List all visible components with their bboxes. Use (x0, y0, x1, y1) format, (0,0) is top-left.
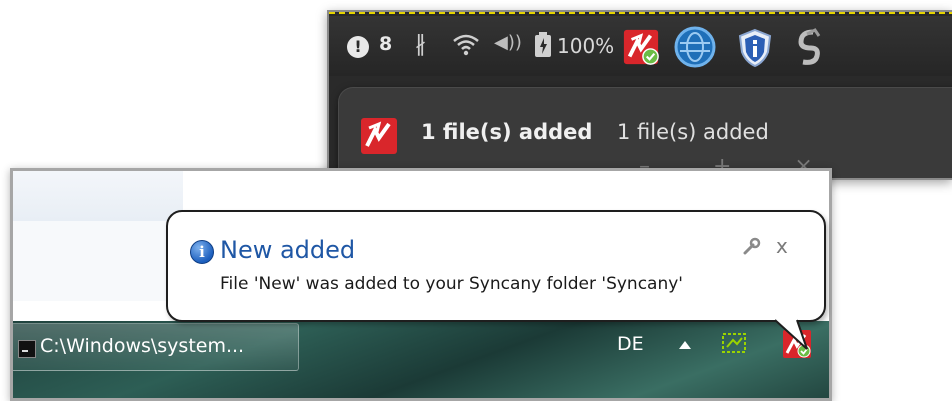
selection-dashes (329, 12, 952, 14)
syncany-icon[interactable] (622, 28, 660, 66)
syncany-icon (361, 118, 397, 154)
balloon-title: New added (220, 236, 356, 264)
window-header (13, 171, 183, 222)
language-indicator[interactable]: DE (617, 333, 644, 355)
wifi-icon[interactable] (451, 30, 481, 60)
windows-taskbar: C:\Windows\system... DE (13, 321, 829, 398)
balloon-message: File 'New' was added to your Syncany fol… (220, 274, 683, 294)
shield-icon[interactable] (737, 28, 773, 68)
bluetooth-icon[interactable]: ∦ (415, 32, 426, 57)
taskbar-cmd-label: C:\Windows\system... (40, 335, 245, 357)
warning-icon[interactable]: ! (347, 36, 369, 58)
volume-icon[interactable]: ◀)) (494, 32, 522, 53)
windows-balloon-notification[interactable]: i New added x File 'New' was added to yo… (166, 210, 826, 322)
notification-title: 1 file(s) added (421, 120, 593, 144)
linux-top-panel: ! 8 ∦ ◀)) 100% (329, 16, 952, 76)
wrench-icon[interactable] (742, 236, 762, 256)
taskbar-cmd-button[interactable]: C:\Windows\system... (13, 323, 299, 371)
info-icon: i (190, 240, 214, 264)
close-icon[interactable]: x (776, 234, 788, 258)
scissors-icon[interactable] (791, 26, 831, 68)
notification-body: 1 file(s) added (617, 120, 769, 144)
console-icon (18, 340, 36, 358)
battery-icon[interactable] (534, 32, 552, 58)
window-body (13, 221, 184, 301)
warning-count: 8 (379, 33, 393, 55)
show-hidden-icons-icon[interactable] (679, 341, 691, 349)
battery-percentage: 100% (557, 34, 615, 58)
network-icon[interactable] (721, 331, 747, 357)
linux-notification[interactable]: 1 file(s) added 1 file(s) added – + × (339, 88, 952, 178)
linux-screenshot: ! 8 ∦ ◀)) 100% 1 file(s) added 1 file(s)… (327, 10, 952, 180)
balloon-pointer (774, 319, 808, 350)
globe-icon[interactable] (674, 26, 716, 68)
